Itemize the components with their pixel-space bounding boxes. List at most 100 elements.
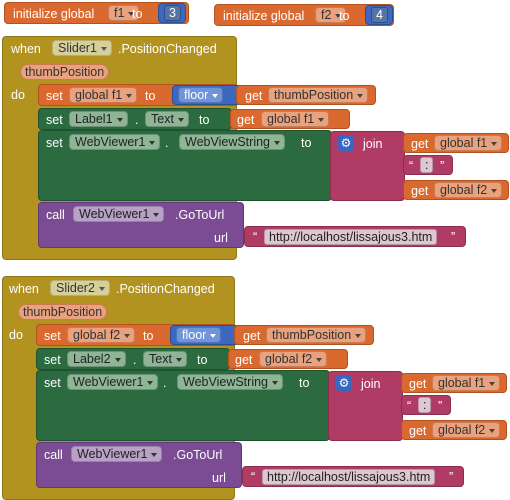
event-name: .PositionChanged [116,282,215,296]
set-keyword: set [46,113,63,127]
quote-open: “ [407,399,412,413]
number-block[interactable]: 3 [158,3,186,23]
get-keyword: get [237,113,255,127]
gear-icon[interactable]: ⚙ [336,375,352,391]
component-dropdown[interactable]: Slider1 [52,40,112,56]
event-name: .PositionChanged [118,42,217,56]
join-block[interactable]: ⚙ join [328,371,403,441]
property-dropdown[interactable]: Text [143,351,187,367]
variable-dropdown[interactable]: global f2 [259,351,328,367]
quote-close: ” [449,470,454,484]
when-keyword: when [11,42,41,56]
quote-open: “ [251,470,256,484]
variable-dropdown[interactable]: global f1 [261,111,330,127]
gear-icon[interactable]: ⚙ [338,135,354,151]
url-string-value[interactable]: http://localhost/lissajous3.htm [262,469,436,485]
variable-dropdown[interactable]: global f2 [432,422,501,438]
set-label1-text-block[interactable]: set Label1 . Text to [38,108,232,130]
get-global-f1-block[interactable]: get global f1 [230,109,350,129]
join-block[interactable]: ⚙ join [330,131,405,201]
to-label: to [143,329,154,343]
url-arg-label: url [212,471,226,485]
to-label: to [299,376,310,390]
url-arg-label: url [214,231,228,245]
component-dropdown[interactable]: Slider2 [50,280,110,296]
url-string-value[interactable]: http://localhost/lissajous3.htm [264,229,438,245]
get-global-f2-block[interactable]: get global f2 [401,420,507,440]
text-string-block[interactable]: “ : ” [403,155,453,175]
method-name: .GoToUrl [173,448,223,462]
floor-block[interactable]: floor [172,85,242,105]
call-webviewer1-gotourl-block[interactable]: call WebViewer1 .GoToUrl url [38,202,244,248]
set-keyword: set [46,89,63,103]
set-label2-text-block[interactable]: set Label2 . Text to [36,348,230,370]
to-label: to [339,9,350,23]
call-webviewer1-gotourl-block[interactable]: call WebViewer1 .GoToUrl url [36,442,242,488]
dot-label: . [163,376,167,390]
get-thumbposition-block[interactable]: get thumbPosition [234,325,374,345]
number-value[interactable]: 4 [371,7,388,23]
property-dropdown[interactable]: Text [145,111,189,127]
get-global-f2-block[interactable]: get global f2 [403,180,509,200]
url-string-block[interactable]: “ http://localhost/lissajous3.htm ” [242,466,464,487]
variable-dropdown[interactable]: global f1 [434,135,503,151]
math-op-dropdown[interactable]: floor [176,327,222,343]
event-parameter[interactable]: thumbPosition [18,304,108,320]
set-keyword: set [44,329,61,343]
number-block[interactable]: 4 [365,5,393,25]
string-value[interactable]: : [420,157,434,173]
floor-block[interactable]: floor [170,325,240,345]
get-global-f1-block[interactable]: get global f1 [403,133,509,153]
quote-close: ” [440,159,445,173]
property-dropdown[interactable]: WebViewString [179,134,285,150]
get-global-f1-block[interactable]: get global f1 [401,373,507,393]
get-global-f2-block[interactable]: get global f2 [228,349,348,369]
component-dropdown[interactable]: WebViewer1 [69,134,161,150]
event-parameter[interactable]: thumbPosition [20,64,110,80]
get-thumbposition-block[interactable]: get thumbPosition [236,85,376,105]
component-dropdown[interactable]: WebViewer1 [67,374,159,390]
get-keyword: get [243,329,261,343]
method-name: .GoToUrl [175,208,225,222]
call-keyword: call [46,208,65,222]
join-keyword: join [361,377,381,391]
variable-dropdown[interactable]: global f2 [67,327,136,343]
url-string-block[interactable]: “ http://localhost/lissajous3.htm ” [244,226,466,247]
math-op-dropdown[interactable]: floor [178,87,224,103]
number-value[interactable]: 3 [164,5,181,21]
quote-open: “ [253,230,258,244]
get-keyword: get [245,89,263,103]
variable-dropdown[interactable]: global f1 [69,87,138,103]
get-keyword: get [411,184,429,198]
get-keyword: get [409,377,427,391]
do-keyword: do [9,328,23,342]
variable-dropdown[interactable]: thumbPosition [268,87,369,103]
set-keyword: set [44,376,61,390]
string-value[interactable]: : [418,397,432,413]
quote-open: “ [409,159,414,173]
variable-dropdown[interactable]: global f1 [432,375,501,391]
when-keyword: when [9,282,39,296]
component-dropdown[interactable]: WebViewer1 [73,206,165,222]
property-dropdown[interactable]: WebViewString [177,374,283,390]
join-keyword: join [363,137,383,151]
variable-dropdown[interactable]: global f2 [434,182,503,198]
component-dropdown[interactable]: WebViewer1 [71,446,163,462]
to-label: to [199,113,210,127]
set-webviewer1-webviewstring-block[interactable]: set WebViewer1 . WebViewString to [36,370,330,441]
quote-close: ” [451,230,456,244]
init-global-keyword: initialize global [223,9,305,23]
dot-label: . [165,136,169,150]
variable-dropdown[interactable]: thumbPosition [266,327,367,343]
init-global-keyword: initialize global [13,7,95,21]
text-string-block[interactable]: “ : ” [401,395,451,415]
to-label: to [197,353,208,367]
component-dropdown[interactable]: Label1 [69,111,128,127]
set-webviewer1-webviewstring-block[interactable]: set WebViewer1 . WebViewString to [38,130,332,201]
component-dropdown[interactable]: Label2 [67,351,126,367]
get-keyword: get [411,137,429,151]
get-keyword: get [235,353,253,367]
quote-close: ” [438,399,443,413]
get-keyword: get [409,424,427,438]
to-label: to [132,7,143,21]
